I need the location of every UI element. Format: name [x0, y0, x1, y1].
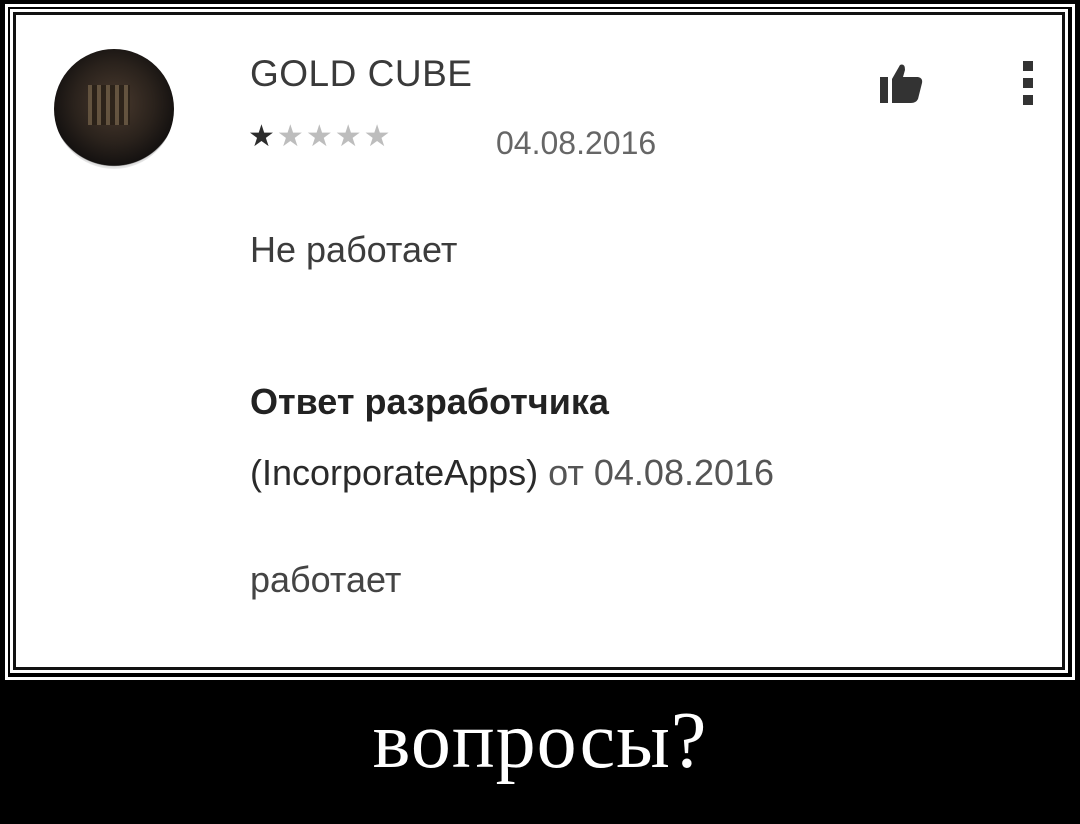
star-icon-2: ★: [276, 120, 304, 153]
developer-name: (IncorporateApps): [250, 452, 539, 493]
review-date: 04.08.2016: [496, 125, 657, 161]
avatar[interactable]: [54, 49, 174, 169]
developer-reply-title: Ответ разработчика: [250, 381, 609, 422]
developer-reply-meta: (IncorporateApps) от 04.08.2016: [250, 452, 774, 494]
more-vert-icon[interactable]: [1020, 59, 1036, 107]
review-panel: GOLD CUBE ★ ★ ★ ★ ★ 04.08.2016 Не работа…: [10, 9, 1068, 673]
avatar-cube-image: [88, 85, 130, 125]
star-icon-4: ★: [334, 120, 362, 153]
rating-stars: ★ ★ ★ ★ ★: [248, 122, 391, 152]
review-text: Не работает: [250, 229, 458, 270]
star-icon-1: ★: [248, 120, 275, 153]
review-author: GOLD CUBE: [250, 53, 473, 94]
developer-reply-text: работает: [250, 559, 402, 600]
reply-date: 04.08.2016: [593, 452, 775, 493]
star-icon-3: ★: [305, 120, 333, 153]
reply-on-label: от: [548, 452, 584, 493]
star-icon-5: ★: [363, 120, 391, 153]
thumbs-up-icon[interactable]: [878, 61, 924, 105]
poster-caption: вопросы?: [372, 697, 708, 785]
